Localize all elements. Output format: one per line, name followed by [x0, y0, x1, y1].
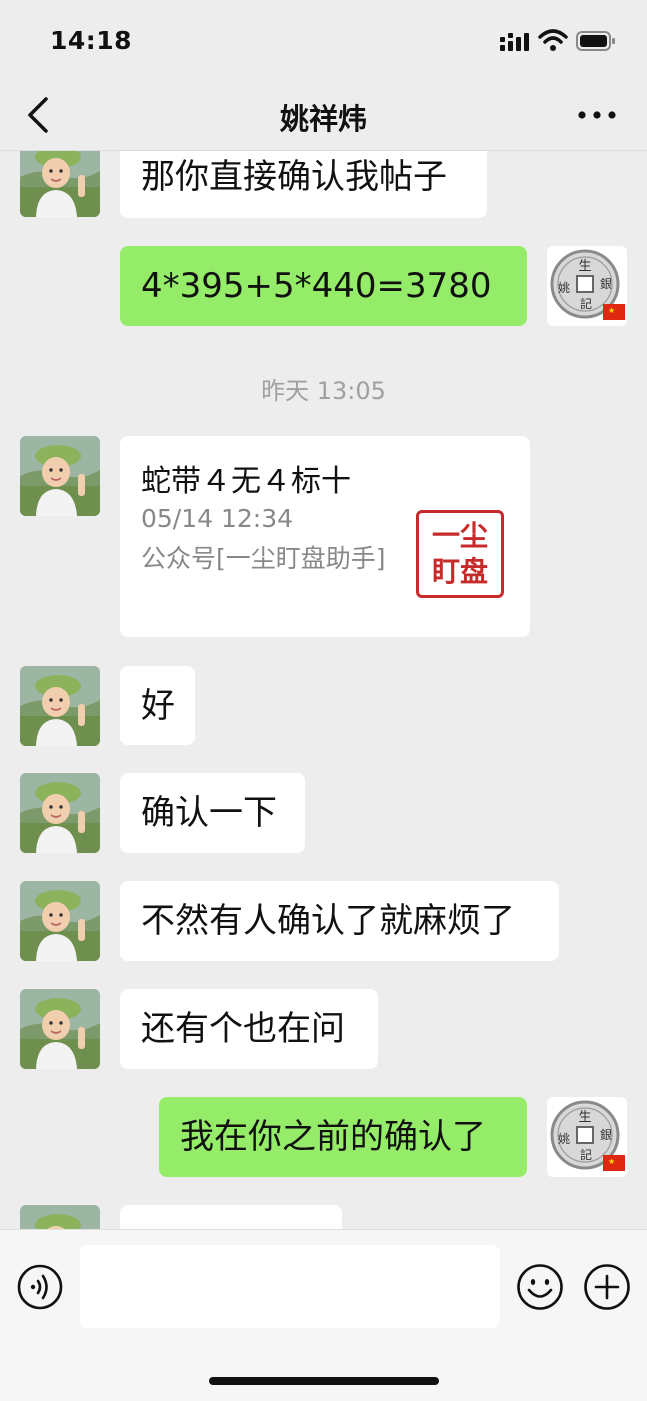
contact-avatar[interactable]: [20, 666, 100, 746]
message-bubble-incoming[interactable]: 确认一下: [120, 773, 305, 853]
status-time: 14:18: [50, 26, 133, 55]
svg-text:★: ★: [608, 1157, 615, 1166]
svg-text:姚: 姚: [558, 1132, 570, 1146]
battery-icon: [576, 31, 615, 51]
message-text: 不然有人确认了就麻烦了: [141, 901, 515, 941]
svg-text:記: 記: [580, 296, 592, 311]
message-text: 我在你之前的确认了: [180, 1117, 486, 1157]
contact-avatar[interactable]: [20, 1205, 100, 1229]
contact-avatar[interactable]: [20, 989, 100, 1069]
shared-card-message[interactable]: 蛇带４无４标十 05/14 12:34 公众号[一尘盯盘助手] 一尘 盯盘: [120, 436, 530, 637]
message-input[interactable]: [80, 1245, 500, 1328]
svg-text:姚: 姚: [558, 281, 570, 295]
card-date: 05/14 12:34: [141, 504, 294, 533]
cellular-signal-icon: [500, 33, 529, 51]
card-logo-line1: 一尘: [431, 519, 488, 552]
my-avatar[interactable]: 生銀 姚記 ★: [547, 246, 627, 326]
card-logo: 一尘 盯盘: [416, 510, 504, 598]
voice-input-icon[interactable]: [17, 1264, 63, 1310]
svg-text:生: 生: [578, 259, 591, 274]
message-text: 好: [141, 686, 175, 726]
message-bubble-incoming[interactable]: 还有个也在问: [120, 989, 378, 1069]
svg-text:生: 生: [578, 1110, 591, 1125]
more-options-icon[interactable]: [577, 106, 617, 124]
plus-icon[interactable]: [583, 1263, 631, 1311]
input-bar: [0, 1229, 647, 1401]
message-bubble-incoming[interactable]: 那你直接确认我帖子: [120, 151, 487, 218]
message-list[interactable]: 那你直接确认我帖子 4*395+5*440=3780 生銀姚記 ★ 昨天 13:0…: [0, 151, 647, 1229]
contact-avatar[interactable]: [20, 881, 100, 961]
message-text: 4*395+5*440=3780: [141, 266, 492, 306]
svg-text:銀: 銀: [600, 277, 612, 291]
card-source: 公众号[一尘盯盘助手]: [141, 544, 386, 573]
svg-text:記: 記: [580, 1147, 592, 1162]
emoji-icon[interactable]: [516, 1263, 564, 1311]
message-text: 确认一下: [141, 793, 277, 833]
wifi-icon: [538, 29, 568, 51]
message-timestamp: 昨天 13:05: [261, 377, 386, 405]
my-avatar[interactable]: 生銀 姚記 ★: [547, 1097, 627, 1177]
svg-text:★: ★: [608, 306, 615, 315]
message-bubble-incoming[interactable]: 好: [120, 666, 195, 745]
message-bubble-outgoing[interactable]: 4*395+5*440=3780: [120, 246, 527, 326]
message-bubble-outgoing[interactable]: 我在你之前的确认了: [159, 1097, 527, 1177]
contact-avatar[interactable]: [20, 151, 100, 217]
home-indicator: [209, 1377, 439, 1385]
message-text: 那你直接确认我帖子: [141, 157, 447, 197]
chat-title: 姚祥炜: [279, 102, 367, 136]
message-text: 还有个也在问: [141, 1009, 345, 1049]
status-bar: 14:18: [0, 0, 647, 80]
message-bubble-incoming[interactable]: [120, 1205, 342, 1229]
contact-avatar[interactable]: [20, 773, 100, 853]
svg-text:銀: 銀: [600, 1128, 612, 1142]
card-logo-line2: 盯盘: [431, 555, 488, 588]
contact-avatar[interactable]: [20, 436, 100, 516]
chat-header: 姚祥炜: [0, 80, 647, 151]
message-bubble-incoming[interactable]: 不然有人确认了就麻烦了: [120, 881, 559, 961]
card-title: 蛇带４无４标十: [141, 464, 351, 499]
